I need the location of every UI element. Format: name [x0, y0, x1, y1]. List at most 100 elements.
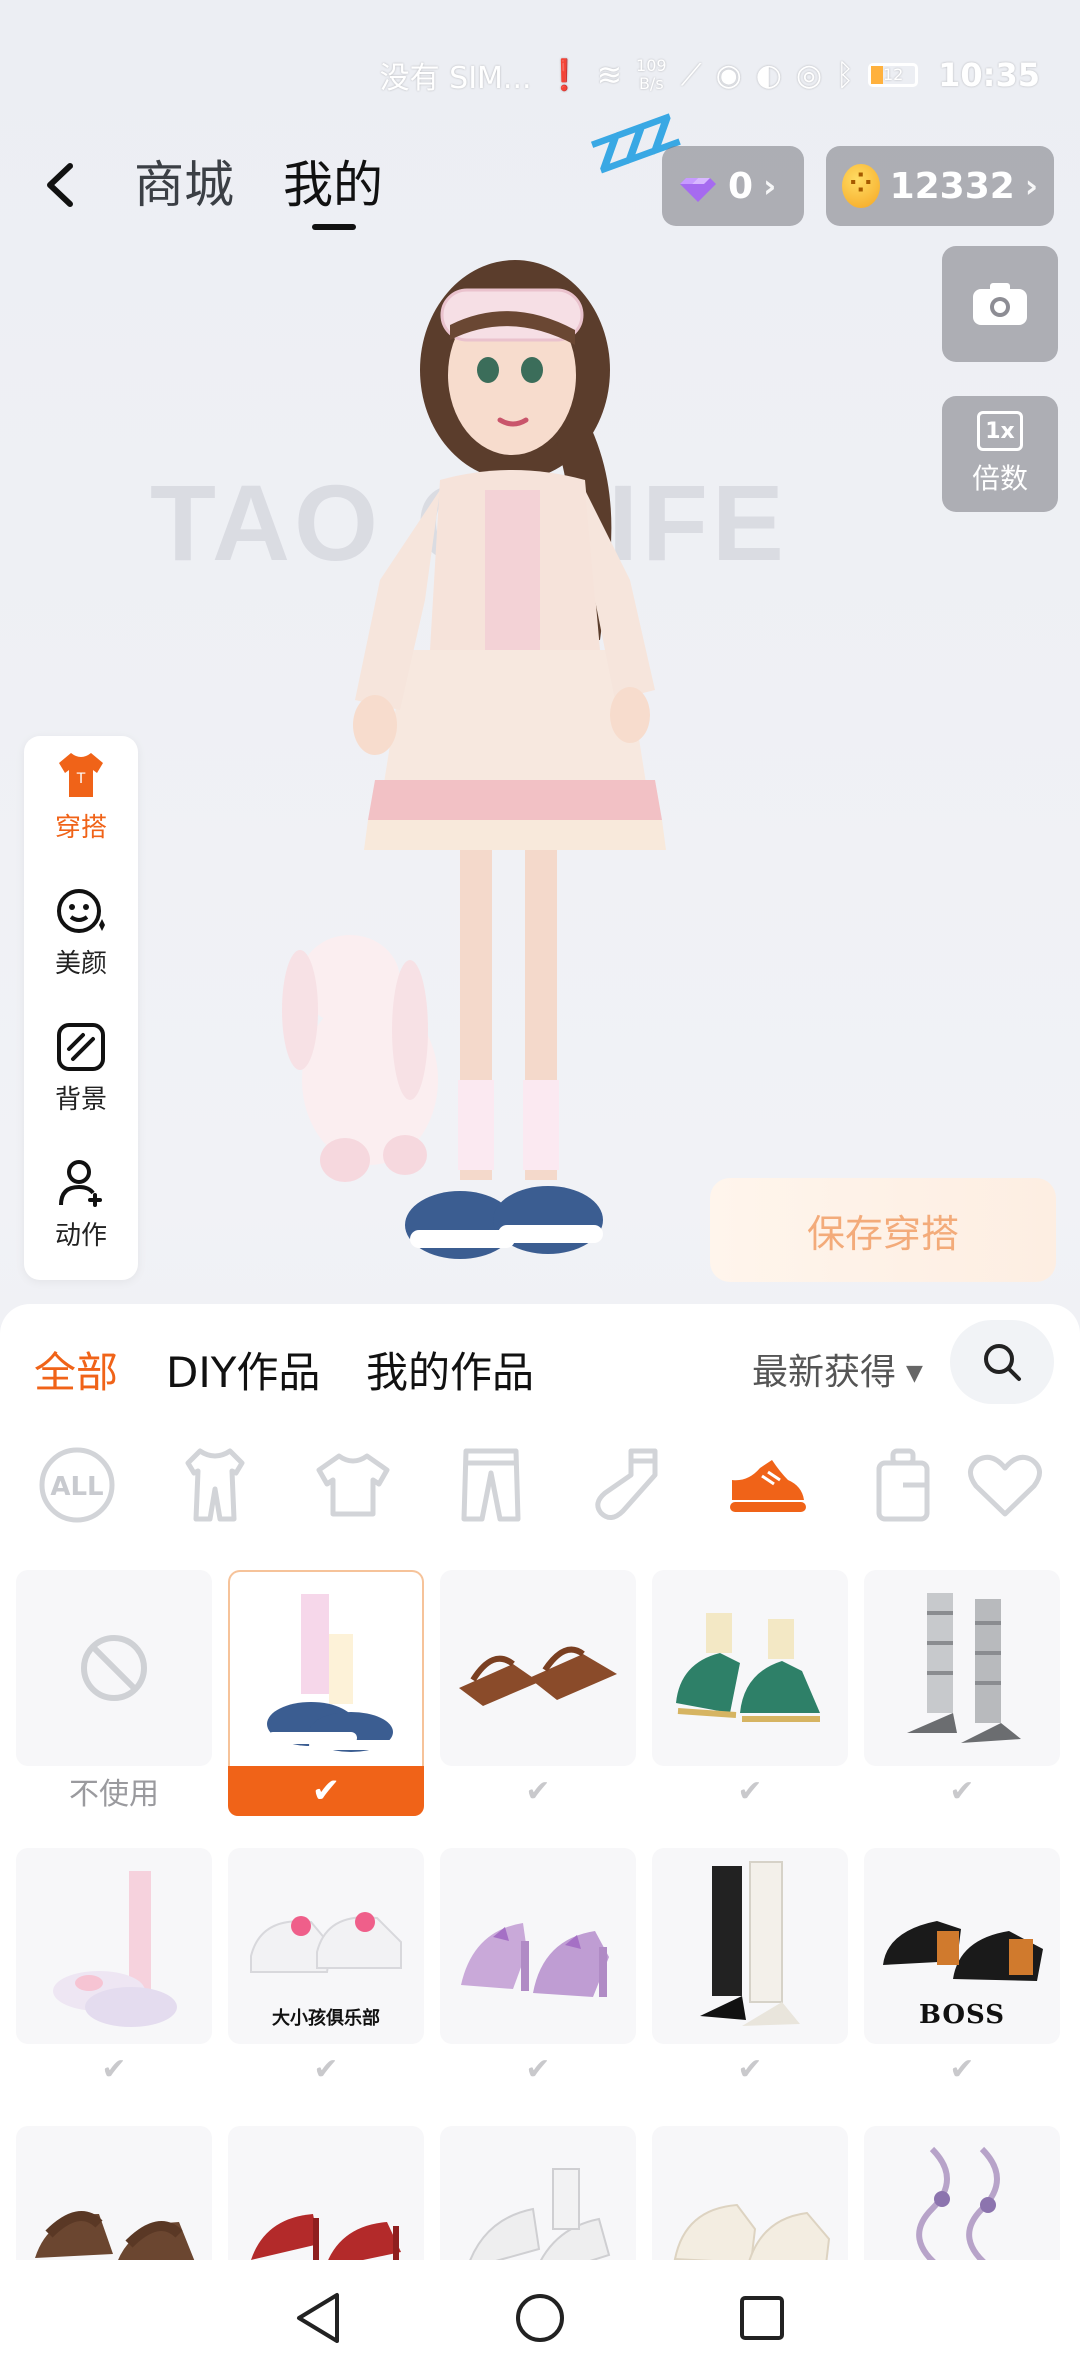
category-outfit[interactable]: [170, 1440, 260, 1530]
bluetooth-icon: ᛒ: [836, 57, 855, 93]
clock: 10:35: [938, 56, 1040, 94]
search-button[interactable]: [950, 1320, 1054, 1404]
tab-shop[interactable]: 商城: [134, 150, 234, 220]
tab-my-works[interactable]: 我的作品: [366, 1338, 534, 1408]
item-card: [440, 1570, 636, 1766]
white-sneakers-thumbnail: [250, 1912, 402, 1973]
item-caption: 不使用: [69, 1777, 159, 1812]
menu-beauty[interactable]: 美颜: [24, 872, 138, 992]
top-icon: [316, 1453, 390, 1517]
svg-text:T: T: [76, 771, 86, 787]
gem-balance-button[interactable]: 0 ›: [662, 146, 804, 226]
check-icon: ✔: [737, 1773, 763, 1809]
check-icon: ✔: [228, 1766, 424, 1816]
category-top[interactable]: [308, 1440, 398, 1530]
all-icon: ALL: [39, 1447, 115, 1523]
item-lilac-heels[interactable]: ✔: [440, 1848, 636, 2094]
chevron-left-icon: [47, 163, 73, 207]
shirt-icon: T: [59, 752, 103, 797]
app-icon-2: ◐: [755, 57, 782, 93]
sort-dropdown[interactable]: 最新获得 ▼: [752, 1338, 923, 1408]
menu-background[interactable]: 背景: [24, 1008, 138, 1128]
search-icon: [984, 1344, 1021, 1381]
green-shoes-thumbnail: [676, 1613, 820, 1722]
status-bar: 没有 SIM... ❗ ≋ 109 B/s ⟋ ◉ ◐ ◎ ᛒ 12 10:35: [0, 0, 1080, 150]
back-button[interactable]: [30, 150, 90, 220]
socks-icon: [595, 1448, 658, 1520]
item-card: BOSS: [864, 1848, 1060, 2044]
item-card: 大小孩俱乐部: [228, 1848, 424, 2044]
coin-count: 12332: [889, 165, 1015, 207]
outfit-icon: [185, 1448, 245, 1522]
tab-all[interactable]: 全部: [34, 1338, 118, 1408]
item-none[interactable]: 不使用: [16, 1570, 212, 1816]
zoom-button[interactable]: 1x 倍数: [942, 396, 1058, 512]
item-white-knee-boots[interactable]: ✔: [652, 1848, 848, 2094]
shoes-icon: [730, 1460, 806, 1512]
nav-recents-icon[interactable]: [737, 2293, 787, 2343]
item-silver-boots[interactable]: ✔: [864, 1570, 1060, 1816]
silver-boots-thumbnail: [907, 1593, 1021, 1743]
category-all[interactable]: ALL: [32, 1440, 122, 1530]
oxfords-thumbnail: [883, 1921, 1043, 1981]
pink-slippers-thumbnail: [53, 1871, 177, 2027]
item-card: [16, 1848, 212, 2044]
item-card: [440, 1848, 636, 2044]
category-socks[interactable]: [584, 1440, 674, 1530]
brand-label: 大小孩俱乐部: [272, 2008, 380, 2029]
menu-outfit[interactable]: T 穿搭: [24, 736, 138, 856]
face-icon: [57, 888, 105, 933]
bag-icon: [876, 1448, 930, 1522]
knee-boots-thumbnail: [700, 1861, 800, 2026]
eye-icon: ◎: [795, 57, 823, 93]
menu-beauty-label: 美颜: [54, 948, 107, 979]
menu-action-label: 动作: [54, 1220, 107, 1251]
battery-icon: 12: [868, 63, 919, 87]
coin-icon: [842, 164, 880, 208]
check-icon: ✔: [525, 2051, 551, 2087]
signal-icon: ⟋: [680, 57, 702, 93]
item-card: [228, 1570, 424, 1766]
item-white-sneakers[interactable]: 大小孩俱乐部 ✔: [228, 1848, 424, 2094]
item-brown-sandals[interactable]: ✔: [440, 1570, 636, 1816]
category-favorites[interactable]: [960, 1440, 1050, 1530]
item-card: [16, 1570, 212, 1766]
item-green-shoes[interactable]: ✔: [652, 1570, 848, 1816]
item-card: [652, 1848, 848, 2044]
brand-label: BOSS: [918, 2000, 1006, 2030]
item-black-oxfords[interactable]: BOSS ✔: [864, 1848, 1060, 2094]
menu-background-label: 背景: [54, 1084, 107, 1115]
background-icon: [57, 1022, 105, 1071]
svg-text:ALL: ALL: [50, 1472, 103, 1502]
camera-button[interactable]: [942, 246, 1058, 362]
sneakers-thumbnail: [267, 1594, 395, 1752]
menu-action[interactable]: 动作: [24, 1144, 138, 1264]
person-icon: [59, 1159, 102, 1207]
avatar-figure[interactable]: [270, 220, 740, 1310]
save-outfit-button[interactable]: 保存穿搭: [710, 1178, 1056, 1282]
menu-outfit-label: 穿搭: [54, 812, 107, 843]
item-pink-slippers[interactable]: ✔: [16, 1848, 212, 2094]
tab-mine[interactable]: 我的: [283, 150, 383, 220]
left-menu: T 穿搭 美颜 背景 动作: [24, 736, 138, 1280]
category-shoes[interactable]: [722, 1440, 812, 1530]
prohibit-icon: [81, 1635, 147, 1701]
category-bag[interactable]: [856, 1440, 946, 1530]
nav-back-icon[interactable]: [293, 2291, 343, 2345]
check-icon: ✔: [101, 2051, 127, 2087]
coin-balance-button[interactable]: 12332 ›: [826, 146, 1054, 226]
nav-home-icon[interactable]: [513, 2291, 567, 2345]
category-pants[interactable]: [446, 1440, 536, 1530]
chevron-right-icon: ›: [1024, 167, 1038, 205]
heart-icon: [968, 1454, 1042, 1517]
item-fluffy-sneakers[interactable]: ✔: [228, 1570, 424, 1816]
lilac-heels-thumbnail: [461, 1923, 609, 1997]
app-icon-1: ◉: [715, 57, 742, 93]
gem-count: 0: [728, 165, 754, 207]
tab-diy[interactable]: DIY作品: [166, 1338, 320, 1408]
camera-icon: [973, 283, 1027, 325]
check-icon: ✔: [525, 1773, 551, 1809]
check-icon: ✔: [949, 1773, 975, 1809]
gem-icon: [680, 178, 716, 202]
item-card: [652, 1570, 848, 1766]
